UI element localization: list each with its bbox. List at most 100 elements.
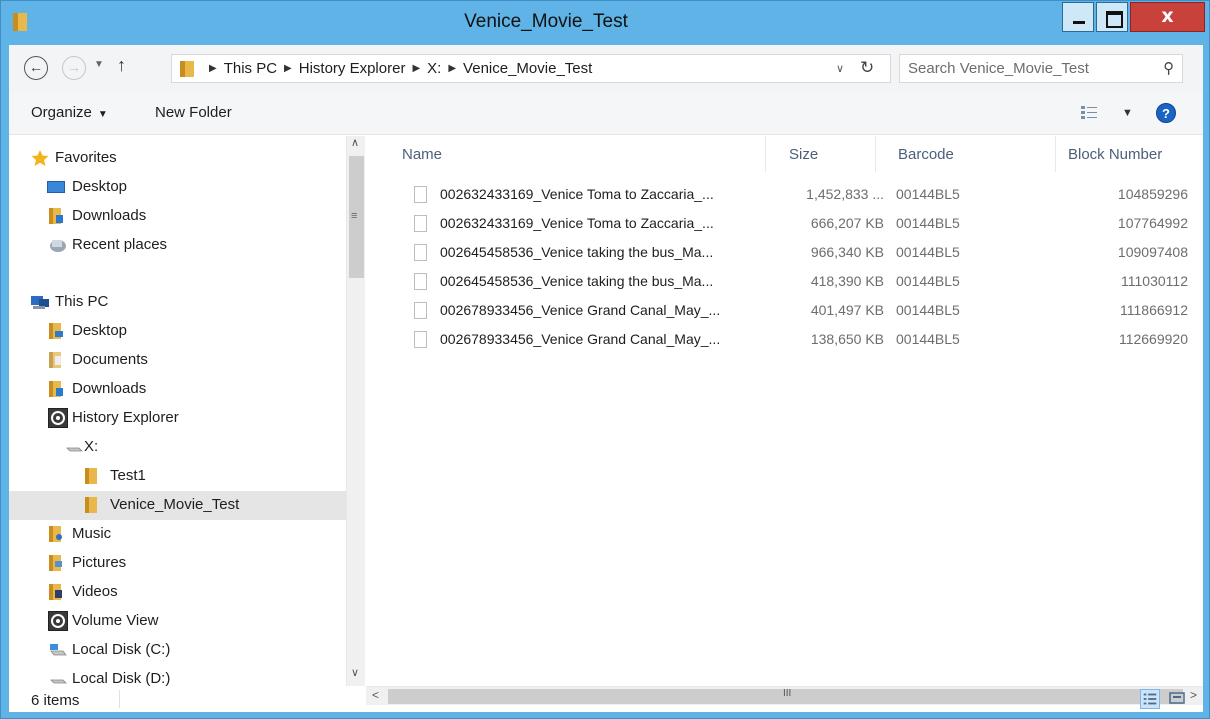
chevron-down-icon[interactable]: ∨ bbox=[836, 62, 844, 75]
table-row[interactable]: 002632433169_Venice Toma to Zaccaria_...… bbox=[366, 209, 1203, 238]
file-block-number: 107764992 bbox=[1117, 215, 1188, 231]
desktop-icon bbox=[47, 181, 65, 193]
address-row: ← → ▼ ↑ ▶ This PC ▶ History Explorer ▶ X… bbox=[9, 45, 1203, 92]
nav-item-desktop-folder[interactable]: Desktop bbox=[9, 317, 349, 346]
nav-item-local-disk-c[interactable]: Local Disk (C:) bbox=[9, 636, 349, 665]
breadcrumb-this-pc[interactable]: This PC bbox=[224, 60, 277, 77]
file-icon bbox=[414, 331, 427, 348]
file-icon bbox=[414, 273, 427, 290]
nav-item-music[interactable]: Music bbox=[9, 520, 349, 549]
recent-places-icon bbox=[50, 240, 66, 252]
refresh-icon[interactable]: ↻ bbox=[860, 58, 874, 78]
table-row[interactable]: 002645458536_Venice taking the bus_Ma...… bbox=[366, 267, 1203, 296]
status-divider bbox=[119, 690, 120, 708]
nav-item-downloads[interactable]: Downloads bbox=[9, 202, 349, 231]
folder-icon bbox=[85, 497, 97, 513]
breadcrumb-venice-movie-test[interactable]: Venice_Movie_Test bbox=[463, 60, 592, 77]
system-drive-icon bbox=[50, 644, 67, 656]
address-bar[interactable]: ▶ This PC ▶ History Explorer ▶ X: ▶ Veni… bbox=[171, 54, 891, 83]
column-header-barcode[interactable]: Barcode bbox=[876, 136, 1056, 172]
table-row[interactable]: 002678933456_Venice Grand Canal_May_... … bbox=[366, 325, 1203, 354]
column-header-block-number[interactable]: Block Number bbox=[1056, 136, 1193, 172]
scroll-down-icon[interactable]: ∨ bbox=[351, 666, 359, 679]
folder-icon bbox=[180, 61, 194, 77]
file-barcode: 00144BL5 bbox=[896, 302, 960, 318]
column-header-name[interactable]: Name bbox=[366, 136, 766, 172]
scroll-up-icon[interactable]: ∧ bbox=[351, 136, 359, 149]
nav-item-x-drive[interactable]: X: bbox=[9, 433, 349, 462]
nav-item-test1[interactable]: Test1 bbox=[9, 462, 349, 491]
nav-item-favorites[interactable]: Favorites bbox=[9, 144, 349, 173]
new-folder-button[interactable]: New Folder bbox=[155, 104, 232, 121]
nav-item-label: Downloads bbox=[72, 207, 147, 224]
chevron-right-icon[interactable]: ▶ bbox=[284, 63, 292, 74]
search-icon[interactable]: ⚲ bbox=[1163, 59, 1174, 77]
breadcrumb-x-drive[interactable]: X: bbox=[427, 60, 441, 77]
close-button[interactable]: x bbox=[1130, 2, 1205, 32]
scroll-left-icon[interactable]: < bbox=[372, 688, 379, 702]
up-button[interactable]: ↑ bbox=[117, 55, 126, 76]
file-barcode: 00144BL5 bbox=[896, 273, 960, 289]
file-block-number: 104859296 bbox=[1117, 186, 1188, 202]
file-size: 1,452,833 ... bbox=[806, 186, 884, 202]
history-explorer-icon bbox=[48, 408, 68, 428]
file-icon bbox=[414, 244, 427, 261]
navigation-pane: Favorites Desktop Downloads Recent place… bbox=[9, 136, 366, 687]
table-row[interactable]: 002645458536_Venice taking the bus_Ma...… bbox=[366, 238, 1203, 267]
nav-item-this-pc[interactable]: This PC bbox=[9, 288, 349, 317]
search-input[interactable]: Search Venice_Movie_Test ⚲ bbox=[899, 54, 1183, 83]
explorer-window: Venice_Movie_Test x ← → ▼ ↑ ▶ This PC ▶ … bbox=[0, 0, 1210, 719]
file-name: 002678933456_Venice Grand Canal_May_... bbox=[440, 302, 721, 318]
file-barcode: 00144BL5 bbox=[896, 215, 960, 231]
nav-pane-scrollbar[interactable]: ∧ ≡ ∨ bbox=[346, 136, 365, 686]
file-name: 002645458536_Venice taking the bus_Ma... bbox=[440, 244, 714, 260]
nav-item-volume-view[interactable]: Volume View bbox=[9, 607, 349, 636]
videos-folder-icon bbox=[49, 584, 62, 600]
breadcrumb-history-explorer[interactable]: History Explorer bbox=[299, 60, 406, 77]
scroll-right-icon[interactable]: > bbox=[1190, 688, 1197, 702]
file-size: 401,497 KB bbox=[810, 302, 884, 318]
organize-menu[interactable]: Organize ▼ bbox=[31, 104, 108, 121]
view-options-dropdown[interactable]: ▼ bbox=[1122, 107, 1133, 119]
file-icon bbox=[414, 215, 427, 232]
chevron-right-icon[interactable]: ▶ bbox=[412, 63, 420, 74]
close-icon: x bbox=[1161, 5, 1174, 27]
file-list-horizontal-scrollbar[interactable]: < III > bbox=[366, 686, 1203, 705]
maximize-button[interactable] bbox=[1096, 2, 1128, 32]
drive-icon bbox=[50, 679, 67, 684]
nav-item-downloads-pc[interactable]: Downloads bbox=[9, 375, 349, 404]
command-bar: Organize ▼ New Folder ▼ ? bbox=[9, 92, 1203, 135]
file-block-number: 109097408 bbox=[1117, 244, 1188, 260]
minimize-button[interactable] bbox=[1062, 2, 1094, 32]
nav-item-history-explorer[interactable]: History Explorer bbox=[9, 404, 349, 433]
file-icon bbox=[414, 302, 427, 319]
documents-folder-icon bbox=[49, 352, 61, 368]
nav-item-label: Videos bbox=[72, 583, 118, 600]
nav-item-pictures[interactable]: Pictures bbox=[9, 549, 349, 578]
back-button[interactable]: ← bbox=[24, 56, 48, 80]
nav-item-local-disk-d[interactable]: Local Disk (D:) bbox=[9, 665, 349, 694]
help-icon[interactable]: ? bbox=[1156, 103, 1176, 123]
nav-item-venice-movie-test[interactable]: Venice_Movie_Test bbox=[9, 491, 349, 520]
nav-item-desktop[interactable]: Desktop bbox=[9, 173, 349, 202]
file-name: 002645458536_Venice taking the bus_Ma... bbox=[440, 273, 714, 289]
column-header-size[interactable]: Size bbox=[766, 136, 876, 172]
window-title: Venice_Movie_Test bbox=[464, 11, 628, 32]
nav-item-recent-places[interactable]: Recent places bbox=[9, 231, 349, 260]
nav-item-videos[interactable]: Videos bbox=[9, 578, 349, 607]
file-size: 418,390 KB bbox=[810, 273, 884, 289]
nav-item-documents[interactable]: Documents bbox=[9, 346, 349, 375]
large-icons-view-icon[interactable] bbox=[1167, 689, 1187, 709]
desktop-folder-icon bbox=[49, 323, 63, 339]
item-count: 6 items bbox=[31, 692, 80, 709]
table-row[interactable]: 002678933456_Venice Grand Canal_May_... … bbox=[366, 296, 1203, 325]
forward-button[interactable]: → bbox=[62, 56, 86, 80]
music-folder-icon bbox=[49, 526, 62, 542]
change-view-icon[interactable] bbox=[1081, 105, 1097, 121]
table-row[interactable]: 002632433169_Venice Toma to Zaccaria_...… bbox=[366, 180, 1203, 209]
nav-item-label: Music bbox=[72, 525, 112, 542]
chevron-right-icon[interactable]: ▶ bbox=[448, 63, 456, 74]
recent-locations-dropdown[interactable]: ▼ bbox=[94, 59, 104, 70]
title-bar[interactable]: Venice_Movie_Test x bbox=[1, 1, 1209, 45]
details-view-icon[interactable] bbox=[1140, 689, 1160, 709]
